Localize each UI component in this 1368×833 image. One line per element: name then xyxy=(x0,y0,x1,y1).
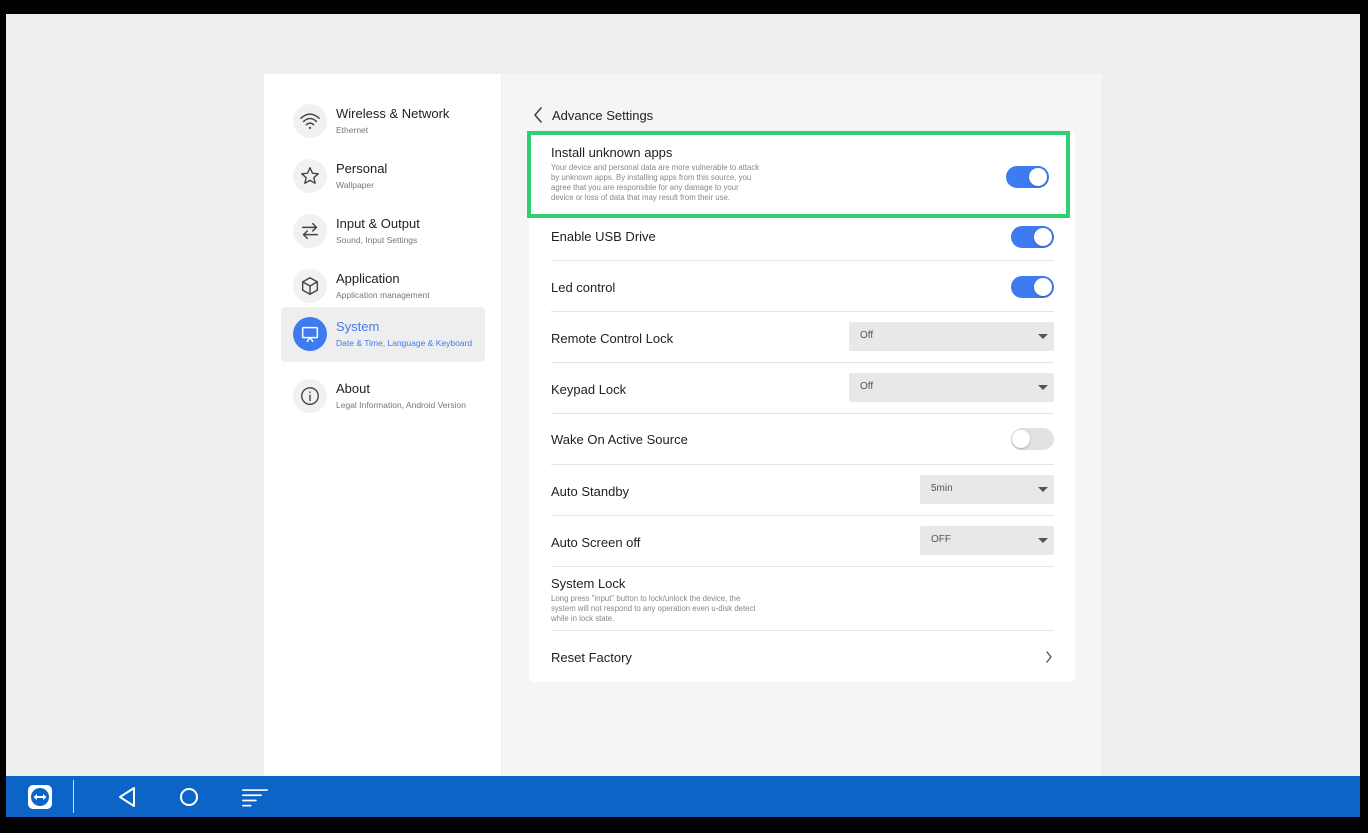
home-circle-icon[interactable] xyxy=(176,784,202,810)
settings-sidebar: Wireless & Network Ethernet Personal Wal… xyxy=(264,74,501,776)
led-control-label: Led control xyxy=(551,280,616,295)
keypad-lock-label: Keypad Lock xyxy=(551,382,627,397)
sidebar-item-sublabel: Application management xyxy=(336,290,430,300)
sidebar-item-label: Input & Output xyxy=(336,216,420,231)
keypad-lock-value: Off xyxy=(860,381,874,392)
led-control-row: Led control xyxy=(551,261,1054,312)
wifi-icon xyxy=(293,104,327,138)
chevron-right-icon xyxy=(1046,651,1052,663)
remote-control-lock-value: Off xyxy=(860,330,874,341)
system-lock-description: Long press "input" button to lock/unlock… xyxy=(551,594,756,623)
back-triangle-icon[interactable] xyxy=(114,784,140,810)
auto-screen-off-value: OFF xyxy=(931,534,951,545)
sidebar-item-sublabel: Sound, Input Settings xyxy=(336,235,418,245)
reset-factory-label: Reset Factory xyxy=(551,650,632,665)
led-control-toggle[interactable] xyxy=(1011,276,1054,298)
sidebar-item-label: About xyxy=(336,381,370,396)
android-navigation-bar xyxy=(6,776,1360,817)
sidebar-item-system[interactable]: System Date & Time, Language & Keyboard xyxy=(281,307,485,362)
sidebar-item-personal[interactable]: Personal Wallpaper xyxy=(281,149,485,204)
wake-on-active-source-label: Wake On Active Source xyxy=(551,432,688,447)
system-lock-label: System Lock xyxy=(551,576,626,591)
advance-settings-card: Install unknown apps Your device and per… xyxy=(529,132,1075,682)
sidebar-item-sublabel: Ethernet xyxy=(336,125,369,135)
install-unknown-apps-row: Install unknown apps Your device and per… xyxy=(551,132,1054,216)
enable-usb-drive-toggle[interactable] xyxy=(1011,226,1054,248)
chevron-left-icon xyxy=(534,107,542,123)
remote-control-lock-select[interactable]: Off xyxy=(849,322,1054,351)
info-icon xyxy=(293,379,327,413)
sidebar-item-application[interactable]: Application Application management xyxy=(281,259,485,314)
keypad-lock-select[interactable]: Off xyxy=(849,373,1054,402)
sidebar-item-label: Wireless & Network xyxy=(336,106,450,121)
dropdown-caret-icon xyxy=(1038,385,1048,390)
install-unknown-apps-toggle[interactable] xyxy=(1006,166,1049,188)
reset-factory-row[interactable]: Reset Factory xyxy=(551,631,1054,682)
sidebar-item-label: Application xyxy=(336,271,400,286)
sidebar-item-input-output[interactable]: Input & Output Sound, Input Settings xyxy=(281,204,485,259)
auto-standby-select[interactable]: 5min xyxy=(920,475,1054,504)
cube-icon xyxy=(293,269,327,303)
recents-lines-icon[interactable] xyxy=(242,784,268,810)
sidebar-item-about[interactable]: About Legal Information, Android Version xyxy=(281,369,485,424)
auto-standby-label: Auto Standby xyxy=(551,484,630,499)
swap-arrows-icon xyxy=(293,214,327,248)
remote-control-lock-row: Remote Control Lock Off xyxy=(551,312,1054,363)
settings-main-panel: Advance Settings Install unknown apps Yo… xyxy=(502,74,1102,776)
screen: Wireless & Network Ethernet Personal Wal… xyxy=(6,14,1360,817)
wake-on-active-source-row: Wake On Active Source xyxy=(551,414,1054,465)
enable-usb-drive-row: Enable USB Drive xyxy=(551,216,1054,261)
auto-standby-row: Auto Standby 5min xyxy=(551,465,1054,516)
taskbar-divider xyxy=(73,780,74,813)
dropdown-caret-icon xyxy=(1038,487,1048,492)
enable-usb-drive-label: Enable USB Drive xyxy=(551,229,656,244)
wake-on-active-source-toggle[interactable] xyxy=(1011,428,1054,450)
sidebar-item-label: System xyxy=(336,319,380,334)
sidebar-item-sublabel: Date & Time, Language & Keyboard xyxy=(336,338,473,348)
auto-screen-off-label: Auto Screen off xyxy=(551,535,641,550)
sidebar-item-sublabel: Wallpaper xyxy=(336,180,374,190)
keypad-lock-row: Keypad Lock Off xyxy=(551,363,1054,414)
back-button[interactable]: Advance Settings xyxy=(532,104,653,126)
teamviewer-icon[interactable] xyxy=(27,784,53,810)
dropdown-caret-icon xyxy=(1038,334,1048,339)
auto-screen-off-select[interactable]: OFF xyxy=(920,526,1054,555)
sidebar-item-label: Personal xyxy=(336,161,388,176)
install-unknown-apps-label: Install unknown apps xyxy=(551,145,673,160)
install-unknown-apps-description: Your device and personal data are more v… xyxy=(551,163,760,202)
remote-control-lock-label: Remote Control Lock xyxy=(551,331,674,346)
page-title: Advance Settings xyxy=(552,107,654,123)
system-lock-row[interactable]: System Lock Long press "input" button to… xyxy=(551,567,1054,631)
sidebar-item-sublabel: Legal Information, Android Version xyxy=(336,400,466,410)
sidebar-item-wireless-network[interactable]: Wireless & Network Ethernet xyxy=(281,94,485,149)
auto-screen-off-row: Auto Screen off OFF xyxy=(551,516,1054,567)
dropdown-caret-icon xyxy=(1038,538,1048,543)
monitor-icon xyxy=(293,317,327,351)
auto-standby-value: 5min xyxy=(931,483,953,494)
star-icon xyxy=(293,159,327,193)
